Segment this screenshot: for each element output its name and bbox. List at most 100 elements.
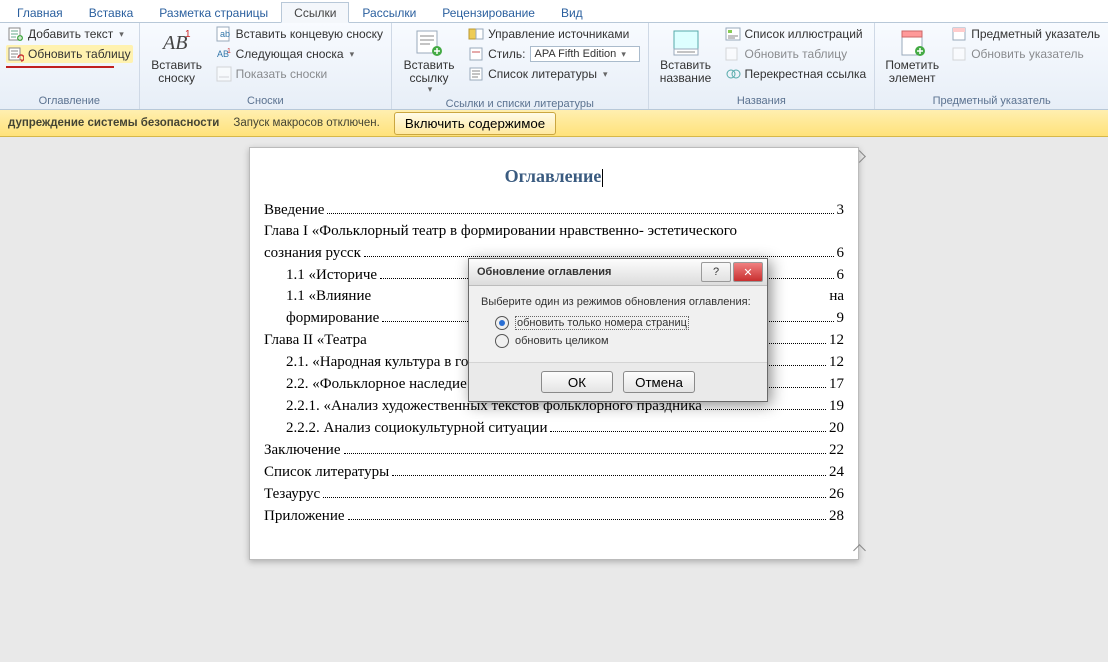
toc-page-number: 9	[837, 310, 845, 327]
text-cursor	[602, 169, 603, 187]
group-title: Сноски	[146, 94, 385, 109]
toc-entry: Список литературы24	[264, 463, 844, 481]
toc-text: Тезаурус	[264, 486, 320, 503]
toc-leader	[348, 507, 826, 520]
next-footnote-label: Следующая сноска	[236, 47, 344, 61]
update-toc-button[interactable]: Обновить таблицу	[6, 45, 133, 63]
update-toc-label: Обновить таблицу	[28, 47, 131, 61]
radio-update-pages[interactable]: обновить только номера страниц	[495, 316, 755, 330]
toc-entry: 2.2.2. Анализ социокультурной ситуации20	[264, 419, 844, 437]
style-label: Стиль:	[488, 47, 525, 61]
tab-главная[interactable]: Главная	[4, 2, 76, 22]
tab-ссылки[interactable]: Ссылки	[281, 2, 349, 23]
dropdown-icon: ▾	[428, 85, 433, 95]
toc-page-number: 22	[829, 442, 844, 459]
dialog-help-button[interactable]: ?	[701, 262, 731, 282]
toc-text: формирование	[286, 310, 379, 327]
toc-text: 1.1 «Влияние	[286, 288, 371, 305]
toc-entry: Введение3	[264, 201, 844, 219]
footnote-icon: AB1	[161, 27, 193, 59]
toc-text-tail: на	[829, 288, 844, 305]
toc-text: Приложение	[264, 508, 345, 525]
manage-sources-button[interactable]: Управление источниками	[466, 25, 641, 43]
toc-page-number: 24	[829, 464, 844, 481]
index-icon	[951, 26, 967, 42]
tab-вставка[interactable]: Вставка	[76, 2, 147, 22]
insert-citation-button[interactable]: Вставить ссылку▾	[398, 25, 460, 97]
insert-caption-button[interactable]: Вставить название	[655, 25, 717, 87]
toc-page-number: 6	[837, 245, 845, 262]
crossref-label: Перекрестная ссылка	[745, 67, 867, 81]
toc-text: 1.1 «Историче	[286, 267, 377, 284]
tab-вид[interactable]: Вид	[548, 2, 596, 22]
toc-entry: Заключение 22	[264, 441, 844, 459]
toc-leader	[344, 441, 827, 454]
next-footnote-icon: AB1	[216, 46, 232, 62]
insert-footnote-button[interactable]: AB1 Вставить сноску	[146, 25, 208, 87]
group-index: Пометить элемент Предметный указатель Об…	[875, 23, 1108, 109]
dropdown-icon: ▾	[621, 49, 626, 59]
add-text-button[interactable]: Добавить текст ▾	[6, 25, 133, 43]
next-footnote-button[interactable]: AB1 Следующая сноска ▾	[214, 45, 385, 63]
bibliography-icon	[468, 66, 484, 82]
index-label: Предметный указатель	[971, 27, 1100, 41]
group-title: Ссылки и списки литературы	[398, 97, 641, 112]
dialog-titlebar[interactable]: Обновление оглавления ? ✕	[469, 259, 767, 286]
svg-text:1: 1	[227, 48, 231, 55]
citation-style-select[interactable]: APA Fifth Edition ▾	[530, 46, 640, 62]
toc-page-number: 28	[829, 508, 844, 525]
toc-text: Глава II «Театра	[264, 332, 367, 349]
crossref-icon	[725, 66, 741, 82]
group-title: Названия	[655, 94, 869, 109]
show-footnotes-button[interactable]: Показать сноски	[214, 65, 385, 83]
radio-label: обновить только номера страниц	[515, 316, 689, 330]
refresh-icon	[8, 46, 24, 62]
svg-text:AB: AB	[161, 32, 187, 54]
toc-page-number: 12	[829, 332, 844, 349]
bibliography-button[interactable]: Список литературы ▾	[466, 65, 641, 83]
svg-text:1: 1	[185, 29, 191, 40]
dropdown-icon: ▾	[603, 69, 608, 80]
citation-icon	[413, 27, 445, 59]
group-citations: Вставить ссылку▾ Управление источниками …	[392, 23, 648, 109]
group-captions: Вставить название Список иллюстраций Обн…	[649, 23, 876, 109]
toc-text: Заключение	[264, 442, 341, 459]
dialog-cancel-button[interactable]: Отмена	[623, 371, 695, 393]
active-highlight	[6, 66, 114, 68]
insert-index-button[interactable]: Предметный указатель	[949, 25, 1102, 43]
toc-page-number: 20	[829, 420, 844, 437]
manage-sources-label: Управление источниками	[488, 27, 629, 41]
list-of-figures-button[interactable]: Список иллюстраций	[723, 25, 869, 43]
crossref-button[interactable]: Перекрестная ссылка	[723, 65, 869, 83]
enable-content-button[interactable]: Включить содержимое	[394, 112, 556, 135]
bibliography-label: Список литературы	[488, 67, 597, 81]
insert-caption-label: Вставить название	[660, 59, 712, 85]
sources-icon	[468, 26, 484, 42]
toc-heading: Оглавление	[264, 166, 844, 187]
security-warning-msg: Запуск макросов отключен.	[233, 117, 379, 129]
security-warning-title: дупреждение системы безопасности	[8, 117, 219, 129]
dropdown-icon: ▾	[350, 49, 355, 60]
endnote-icon: ab	[216, 26, 232, 42]
insert-endnote-button[interactable]: ab Вставить концевую сноску	[214, 25, 385, 43]
tab-рецензирование[interactable]: Рецензирование	[429, 2, 548, 22]
group-title: Оглавление	[6, 94, 133, 109]
mark-index-entry-button[interactable]: Пометить элемент	[881, 25, 943, 87]
dialog-ok-button[interactable]: ОК	[541, 371, 613, 393]
tab-рассылки[interactable]: Рассылки	[349, 2, 429, 22]
update-index-label: Обновить указатель	[971, 47, 1084, 61]
update-captions-label: Обновить таблицу	[745, 47, 848, 61]
radio-update-full[interactable]: обновить целиком	[495, 334, 755, 348]
insert-footnote-label: Вставить сноску	[151, 59, 202, 85]
refresh-icon	[725, 46, 741, 62]
figures-icon	[725, 26, 741, 42]
update-captions-button[interactable]: Обновить таблицу	[723, 45, 869, 63]
caption-icon	[670, 27, 702, 59]
svg-text:ab: ab	[220, 29, 230, 39]
dialog-instruction: Выберите один из режимов обновления огла…	[481, 296, 755, 308]
update-index-button[interactable]: Обновить указатель	[949, 45, 1102, 63]
tab-разметка страницы[interactable]: Разметка страницы	[146, 2, 281, 22]
endnote-label: Вставить концевую сноску	[236, 27, 383, 41]
dialog-close-button[interactable]: ✕	[733, 262, 763, 282]
dropdown-icon: ▾	[119, 29, 124, 40]
